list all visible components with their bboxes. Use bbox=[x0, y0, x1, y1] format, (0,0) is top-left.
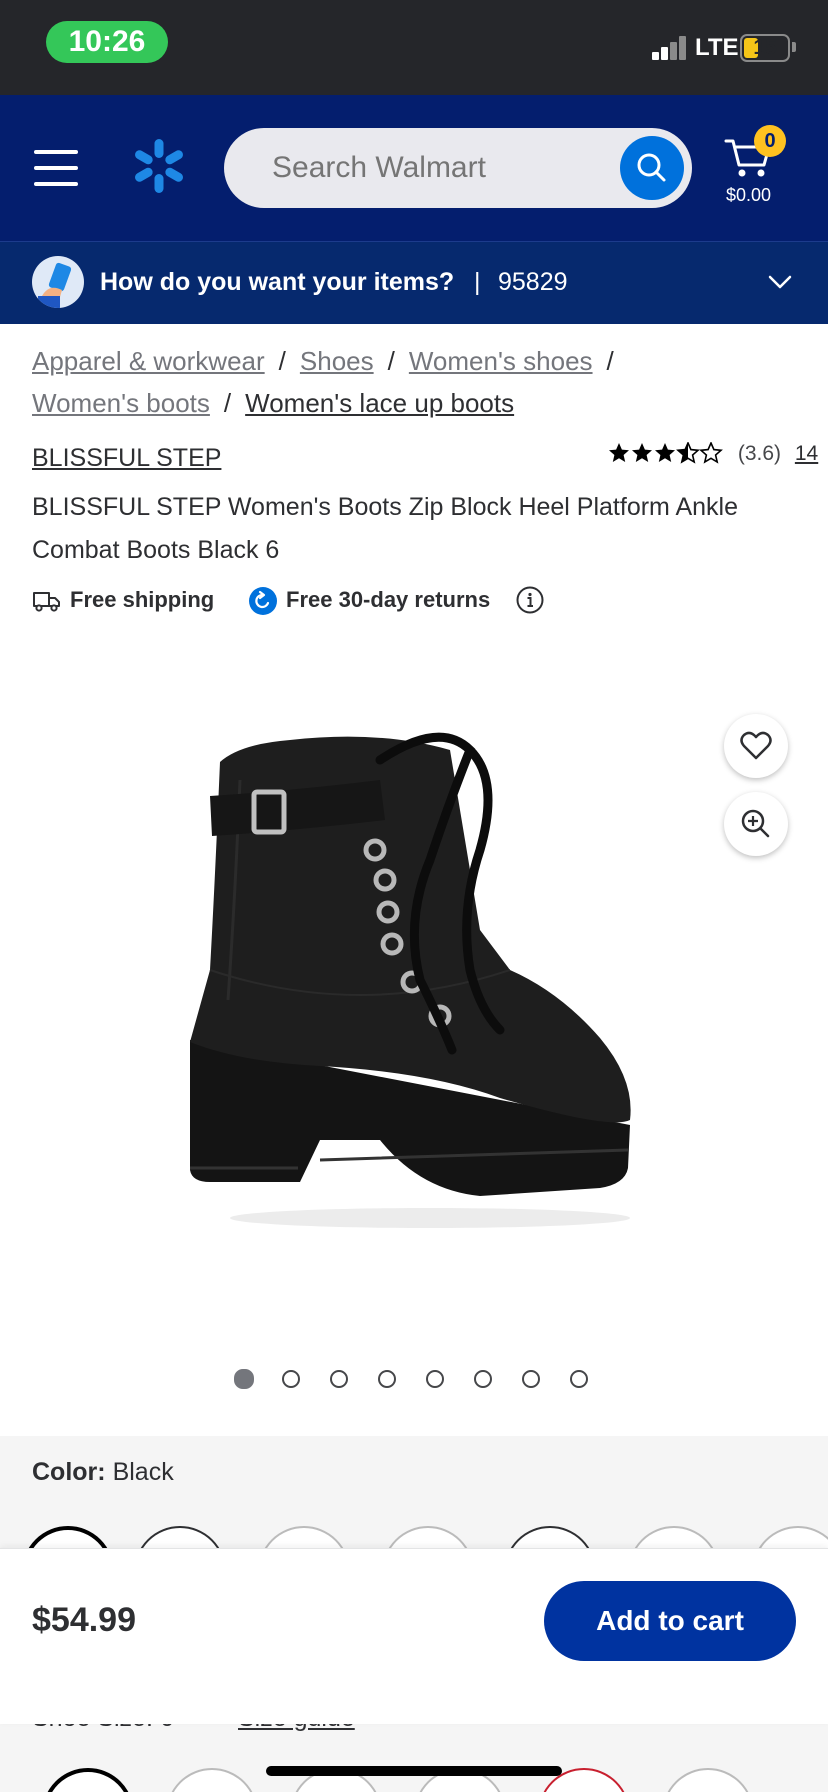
zoom-in-icon bbox=[741, 809, 770, 838]
favorite-button[interactable] bbox=[724, 714, 788, 778]
search-icon bbox=[637, 153, 666, 182]
truck-icon bbox=[33, 592, 60, 612]
cart-button[interactable]: 0 $0.00 bbox=[722, 125, 812, 215]
delivery-selector[interactable]: How do you want your items? | 95829 bbox=[0, 241, 828, 324]
add-to-cart-button[interactable]: Add to cart bbox=[544, 1581, 796, 1661]
pagination-dot[interactable] bbox=[426, 1370, 444, 1388]
returns-icon bbox=[249, 587, 277, 616]
delivery-separator: | bbox=[474, 268, 481, 296]
rating-value: (3.6) bbox=[737, 442, 782, 466]
home-indicator[interactable] bbox=[266, 1766, 562, 1776]
pagination-dot[interactable] bbox=[570, 1370, 588, 1388]
pagination-dot[interactable] bbox=[282, 1370, 300, 1388]
review-count-link[interactable]: 14 bbox=[795, 442, 818, 465]
color-label: Color: Black bbox=[32, 1458, 174, 1486]
battery-level: 15 bbox=[753, 36, 777, 59]
walmart-spark-icon[interactable] bbox=[130, 137, 188, 195]
breadcrumb-link[interactable]: Apparel & workwear bbox=[32, 346, 265, 376]
network-label: LTE bbox=[695, 34, 739, 61]
pagination-dot[interactable] bbox=[474, 1370, 492, 1388]
image-pagination bbox=[234, 1369, 594, 1390]
search-bar bbox=[224, 128, 692, 208]
breadcrumb-link[interactable]: Women's shoes bbox=[409, 346, 593, 376]
product-image[interactable] bbox=[180, 720, 650, 1240]
breadcrumb-link[interactable]: Shoes bbox=[300, 346, 374, 376]
free-returns: Free 30-day returns bbox=[248, 584, 490, 616]
pagination-dot[interactable] bbox=[378, 1370, 396, 1388]
pagination-dot[interactable] bbox=[234, 1369, 254, 1389]
delivery-zip: 95829 bbox=[498, 268, 568, 296]
breadcrumb: Apparel & workwear / Shoes / Women's shoes / W… bbox=[32, 346, 614, 418]
delivery-illustration-icon bbox=[32, 256, 84, 308]
signal-icon bbox=[652, 36, 688, 60]
brand-link[interactable]: BLISSFUL STEP bbox=[32, 444, 221, 473]
rating[interactable]: (3.6) 14 bbox=[608, 442, 818, 472]
pagination-dot[interactable] bbox=[330, 1370, 348, 1388]
free-shipping-label: Free shipping bbox=[70, 587, 215, 612]
delivery-question: How do you want your items? bbox=[100, 268, 455, 296]
search-input[interactable] bbox=[272, 128, 612, 208]
battery-icon: 15 bbox=[740, 34, 790, 62]
breadcrumb-link[interactable]: Women's boots bbox=[32, 388, 210, 418]
pagination-dot[interactable] bbox=[522, 1370, 540, 1388]
header: 0 $0.00 bbox=[0, 95, 828, 241]
price: $54.99 bbox=[32, 1601, 136, 1639]
sticky-add-to-cart-bar: $54.99 Add to cart bbox=[0, 1548, 828, 1724]
color-value: Black bbox=[112, 1458, 174, 1486]
cart-count-badge: 0 bbox=[754, 125, 786, 157]
menu-icon[interactable] bbox=[34, 150, 78, 186]
chevron-down-icon bbox=[768, 275, 792, 289]
status-bar: 10:26 LTE 15 bbox=[0, 0, 828, 95]
info-icon[interactable] bbox=[516, 586, 544, 614]
free-shipping: Free shipping bbox=[32, 584, 214, 616]
status-time: 10:26 bbox=[46, 21, 168, 63]
heart-icon bbox=[740, 731, 772, 760]
star-rating-icon bbox=[609, 442, 722, 464]
cart-total: $0.00 bbox=[726, 185, 772, 205]
zoom-button[interactable] bbox=[724, 792, 788, 856]
search-button[interactable] bbox=[620, 136, 684, 200]
free-returns-label: Free 30-day returns bbox=[286, 587, 491, 612]
product-title: BLISSFUL STEP Women's Boots Zip Block He… bbox=[32, 493, 738, 564]
breadcrumb-current[interactable]: Women's lace up boots bbox=[245, 388, 514, 418]
